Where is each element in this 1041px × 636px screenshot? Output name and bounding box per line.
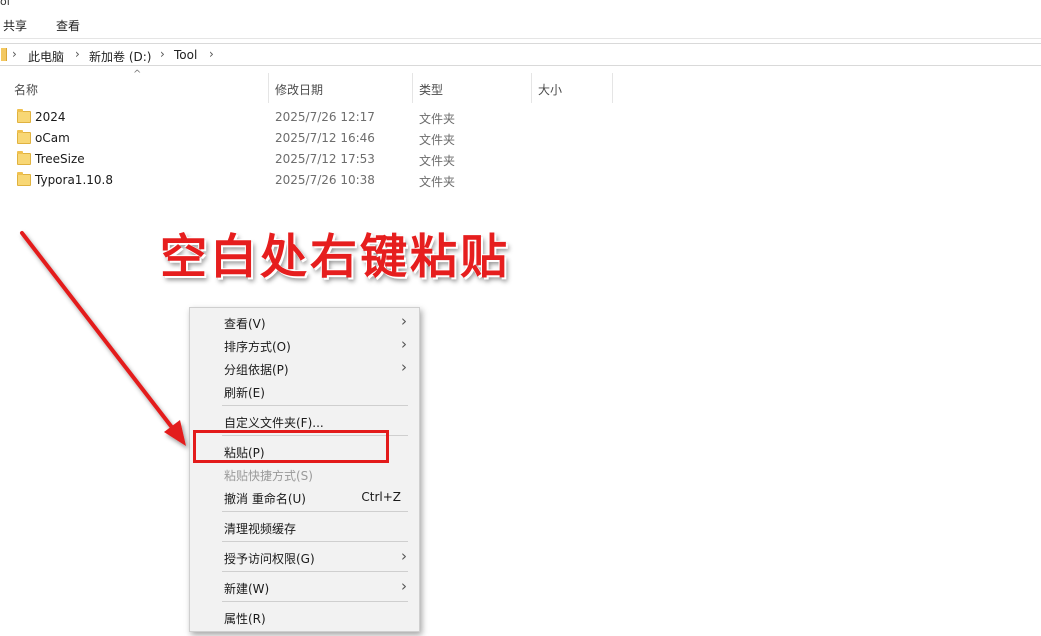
tab-view[interactable]: 查看 xyxy=(56,17,80,34)
menu-label: 清理视频缓存 xyxy=(224,522,297,536)
menu-item-clear-video-cache[interactable]: 清理视频缓存 xyxy=(192,516,417,538)
file-date: 2025/7/26 10:38 xyxy=(275,173,375,187)
menu-separator xyxy=(222,571,408,572)
column-label: 类型 xyxy=(419,83,444,97)
menu-label: 自定义文件夹(F)... xyxy=(224,416,324,430)
file-date: 2025/7/12 17:53 xyxy=(275,152,375,166)
ribbon-divider xyxy=(0,38,1041,39)
file-date: 2025/7/12 16:46 xyxy=(275,131,375,145)
column-header-name[interactable]: 名称 xyxy=(0,73,268,103)
file-row[interactable]: oCam 2025/7/12 16:46 文件夹 xyxy=(14,128,614,149)
file-row[interactable]: 2024 2025/7/26 12:17 文件夹 xyxy=(14,107,614,128)
file-type: 文件夹 xyxy=(419,154,456,168)
file-row[interactable]: TreeSize 2025/7/12 17:53 文件夹 xyxy=(14,149,614,170)
menu-item-grant-access[interactable]: 授予访问权限(G) › xyxy=(192,546,417,568)
folder-icon xyxy=(17,151,31,165)
menu-item-sort[interactable]: 排序方式(O) › xyxy=(192,334,417,356)
menu-separator xyxy=(222,511,408,512)
menu-label: 粘贴快捷方式(S) xyxy=(224,469,313,483)
paste-highlight-box xyxy=(193,430,389,463)
menu-item-properties[interactable]: 属性(R) xyxy=(192,606,417,628)
address-folder-icon xyxy=(1,48,7,61)
breadcrumb-separator-icon[interactable]: › xyxy=(12,47,17,61)
breadcrumb-tool[interactable]: Tool xyxy=(174,48,197,62)
file-name: TreeSize xyxy=(35,152,85,166)
menu-separator xyxy=(222,541,408,542)
file-name: 2024 xyxy=(35,110,66,124)
column-label: 名称 xyxy=(14,83,39,97)
column-header-type[interactable]: 类型 xyxy=(413,73,531,103)
annotation-text: 空白处右键粘贴 xyxy=(160,230,510,285)
file-type: 文件夹 xyxy=(419,175,456,189)
folder-icon xyxy=(17,109,31,123)
file-name: Typora1.10.8 xyxy=(35,173,113,187)
menu-item-view[interactable]: 查看(V) › xyxy=(192,311,417,333)
breadcrumb-this-pc[interactable]: 此电脑 xyxy=(28,48,64,65)
chevron-right-icon: › xyxy=(401,335,407,353)
menu-shortcut: Ctrl+Z xyxy=(361,490,401,504)
menu-separator xyxy=(222,601,408,602)
address-bar[interactable]: › 此电脑 › 新加卷 (D:) › Tool › xyxy=(0,43,1041,66)
folder-icon xyxy=(17,130,31,144)
column-label: 修改日期 xyxy=(275,83,324,97)
menu-item-new[interactable]: 新建(W) › xyxy=(192,576,417,598)
folder-icon xyxy=(17,172,31,186)
column-divider[interactable] xyxy=(612,73,613,103)
menu-label: 授予访问权限(G) xyxy=(224,552,315,566)
tab-share[interactable]: 共享 xyxy=(3,17,27,34)
menu-label: 分组依据(P) xyxy=(224,363,289,377)
menu-separator xyxy=(222,405,408,406)
file-row[interactable]: Typora1.10.8 2025/7/26 10:38 文件夹 xyxy=(14,170,614,191)
file-type: 文件夹 xyxy=(419,133,456,147)
breadcrumb-drive-d[interactable]: 新加卷 (D:) xyxy=(89,48,151,65)
ribbon-tabs: 共享 查看 xyxy=(0,0,1041,38)
menu-label: 属性(R) xyxy=(224,612,266,626)
menu-item-undo-rename[interactable]: 撤消 重命名(U) Ctrl+Z xyxy=(192,486,417,508)
breadcrumb-separator-icon[interactable]: › xyxy=(75,47,80,61)
menu-item-paste-shortcut[interactable]: 粘贴快捷方式(S) xyxy=(192,463,417,485)
menu-label: 排序方式(O) xyxy=(224,340,291,354)
chevron-right-icon: › xyxy=(401,312,407,330)
menu-label: 刷新(E) xyxy=(224,386,265,400)
chevron-right-icon: › xyxy=(401,547,407,565)
column-header-size[interactable]: 大小 xyxy=(532,73,612,103)
menu-item-customize-folder[interactable]: 自定义文件夹(F)... xyxy=(192,410,417,432)
file-date: 2025/7/26 12:17 xyxy=(275,110,375,124)
file-type: 文件夹 xyxy=(419,112,456,126)
chevron-right-icon: › xyxy=(401,577,407,595)
menu-item-group[interactable]: 分组依据(P) › xyxy=(192,357,417,379)
file-name: oCam xyxy=(35,131,70,145)
menu-label: 新建(W) xyxy=(224,582,270,596)
menu-label: 查看(V) xyxy=(224,317,266,331)
menu-item-refresh[interactable]: 刷新(E) xyxy=(192,380,417,402)
column-header-date[interactable]: 修改日期 xyxy=(269,73,412,103)
chevron-right-icon: › xyxy=(401,358,407,376)
breadcrumb-separator-icon[interactable]: › xyxy=(209,47,214,61)
context-menu: 查看(V) › 排序方式(O) › 分组依据(P) › 刷新(E) 自定义文件夹… xyxy=(189,307,420,632)
menu-label: 撤消 重命名(U) xyxy=(224,492,306,506)
breadcrumb-separator-icon[interactable]: › xyxy=(160,47,165,61)
column-label: 大小 xyxy=(538,83,563,97)
